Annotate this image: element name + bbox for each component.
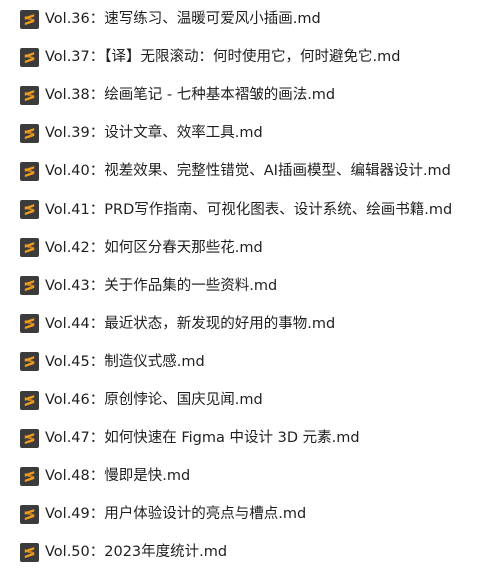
file-item[interactable]: Vol.42：如何区分春天那些花.md: [20, 237, 263, 259]
file-name: Vol.43：关于作品集的一些资料.md: [45, 277, 278, 294]
file-name: Vol.37：【译】无限滚动：何时使用它，何时避免它.md: [45, 49, 401, 66]
file-item[interactable]: Vol.44：最近状态，新发现的好用的事物.md: [20, 313, 335, 335]
file-name: Vol.44：最近状态，新发现的好用的事物.md: [45, 315, 336, 332]
file-item[interactable]: Vol.49：用户体验设计的亮点与槽点.md: [20, 503, 306, 525]
sublime-text-file-icon: [20, 504, 39, 524]
sublime-text-file-icon: [20, 161, 39, 181]
file-name: Vol.42：如何区分春天那些花.md: [45, 239, 263, 256]
sublime-text-file-icon: [20, 390, 39, 410]
file-item[interactable]: Vol.45：制造仪式感.md: [20, 351, 205, 373]
file-item[interactable]: Vol.43：关于作品集的一些资料.md: [20, 275, 277, 297]
sublime-text-file-icon: [20, 238, 39, 258]
sublime-text-file-icon: [20, 314, 39, 334]
file-name: Vol.40：视差效果、完整性错觉、AI插画模型、编辑器设计.md: [45, 163, 451, 180]
sublime-text-file-icon: [20, 85, 39, 105]
file-item[interactable]: Vol.36：速写练习、温暖可爱风小插画.md: [20, 8, 321, 30]
sublime-text-file-icon: [20, 276, 39, 296]
file-item[interactable]: Vol.41：PRD写作指南、可视化图表、设计系统、绘画书籍.md: [20, 199, 452, 221]
sublime-text-file-icon: [20, 123, 39, 143]
sublime-text-file-icon: [20, 542, 39, 562]
file-item[interactable]: Vol.38：绘画笔记 - 七种基本褶皱的画法.md: [20, 84, 335, 106]
file-name: Vol.46：原创悖论、国庆见闻.md: [45, 392, 263, 408]
file-name: Vol.41：PRD写作指南、可视化图表、设计系统、绘画书籍.md: [45, 201, 453, 218]
file-name: Vol.45：制造仪式感.md: [45, 353, 205, 370]
file-name: Vol.47：如何快速在 Figma 中设计 3D 元素.md: [45, 430, 360, 447]
file-name: Vol.50：2023年度统计.md: [45, 544, 228, 561]
file-item[interactable]: Vol.48：慢即是快.md: [20, 465, 190, 487]
file-item[interactable]: Vol.50：2023年度统计.md: [20, 541, 227, 563]
sublime-text-file-icon: [20, 466, 39, 486]
sublime-text-file-icon: [20, 352, 39, 372]
file-item[interactable]: Vol.40：视差效果、完整性错觉、AI插画模型、编辑器设计.md: [20, 160, 451, 182]
file-item[interactable]: Vol.47：如何快速在 Figma 中设计 3D 元素.md: [20, 427, 360, 449]
file-name: Vol.36：速写练习、温暖可爱风小插画.md: [45, 11, 321, 27]
sublime-text-file-icon: [20, 9, 39, 29]
sublime-text-file-icon: [20, 428, 39, 448]
file-item[interactable]: Vol.37：【译】无限滚动：何时使用它，何时避免它.md: [20, 46, 400, 68]
sublime-text-file-icon: [20, 200, 39, 219]
file-name: Vol.38：绘画笔记 - 七种基本褶皱的画法.md: [45, 87, 336, 104]
sublime-text-file-icon: [20, 47, 39, 67]
file-item[interactable]: Vol.46：原创悖论、国庆见闻.md: [20, 389, 263, 411]
file-name: Vol.48：慢即是快.md: [45, 468, 191, 485]
file-name: Vol.39：设计文章、效率工具.md: [45, 125, 263, 142]
file-item[interactable]: Vol.39：设计文章、效率工具.md: [20, 122, 263, 144]
file-name: Vol.49：用户体验设计的亮点与槽点.md: [45, 506, 307, 523]
